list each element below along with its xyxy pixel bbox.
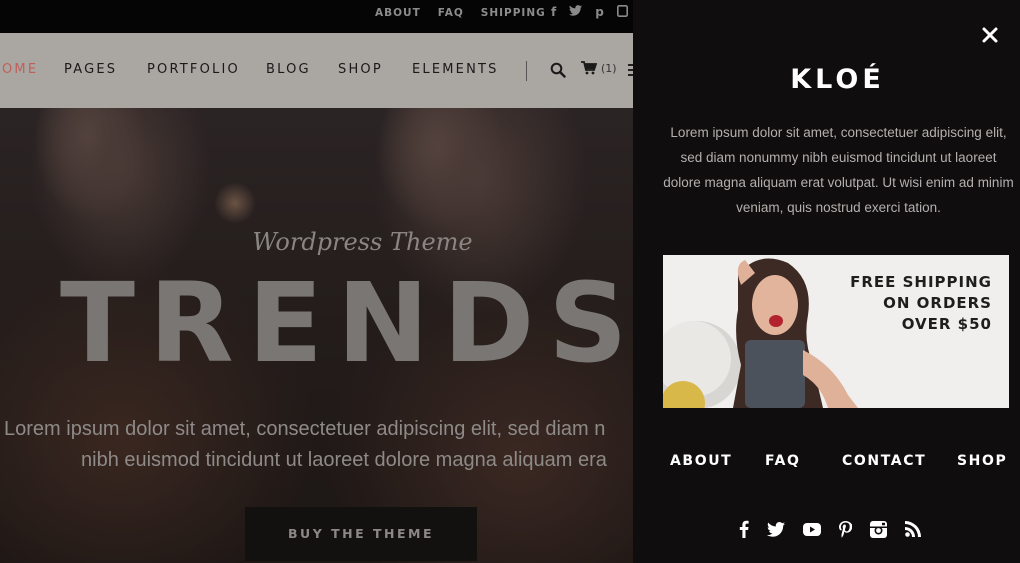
hero-section: Wordpress Theme TRENDS Lorem ipsum dolor… <box>0 108 633 563</box>
main-nav-items: HOME PAGES PORTFOLIO BLOG SHOP ELEMENTS <box>0 62 512 77</box>
facebook-icon[interactable]: f <box>551 5 556 20</box>
hero-description-line-1: Lorem ipsum dolor sit amet, consectetuer… <box>4 418 606 440</box>
panel-menu-faq[interactable]: FAQ <box>765 453 842 469</box>
twitter-icon[interactable] <box>569 5 583 20</box>
buy-theme-button[interactable]: BUY THE THEME <box>245 507 477 561</box>
nav-item-home[interactable]: HOME <box>0 62 64 77</box>
hero-description: Lorem ipsum dolor sit amet, consectetuer… <box>4 414 633 476</box>
top-social: f p <box>551 5 628 20</box>
twitter-icon[interactable] <box>767 521 785 537</box>
hero-title: TRENDS <box>60 259 633 387</box>
banner-line-3: OVER $50 <box>901 315 992 333</box>
top-link-about[interactable]: ABOUT <box>375 7 421 19</box>
pinterest-icon[interactable] <box>839 520 852 538</box>
cart-count: (1) <box>601 61 617 75</box>
hero-description-line-2: nibh euismod tincidunt ut laoreet dolore… <box>81 449 607 471</box>
nav-divider <box>526 61 527 81</box>
banner-line-2: ON ORDERS <box>883 294 992 312</box>
youtube-icon[interactable] <box>803 522 821 536</box>
nav-item-elements[interactable]: ELEMENTS <box>412 62 512 77</box>
hero-eyebrow: Wordpress Theme <box>252 228 473 256</box>
panel-menu-about[interactable]: ABOUT <box>670 453 765 469</box>
nav-item-shop[interactable]: SHOP <box>338 62 412 77</box>
instagram-icon[interactable] <box>616 5 628 20</box>
main-nav: HOME PAGES PORTFOLIO BLOG SHOP ELEMENTS … <box>0 33 633 108</box>
panel-menu-shop[interactable]: SHOP <box>957 453 1017 469</box>
banner-line-1: FREE SHIPPING <box>850 273 992 291</box>
cart-icon <box>581 61 597 75</box>
top-bar: ABOUT FAQ SHIPPING f p <box>0 0 633 33</box>
panel-menu: ABOUT FAQ CONTACT SHOP <box>670 453 1017 469</box>
close-icon[interactable] <box>979 24 1001 46</box>
top-links: ABOUT FAQ SHIPPING <box>375 7 546 19</box>
nav-item-pages[interactable]: PAGES <box>64 62 147 77</box>
panel-about-text: Lorem ipsum dolor sit amet, consectetuer… <box>663 125 1014 215</box>
panel-logo: KLOÉ <box>790 64 885 95</box>
panel-social <box>739 520 921 538</box>
rss-icon[interactable] <box>905 521 921 537</box>
side-panel: KLOÉ Lorem ipsum dolor sit amet, consect… <box>633 0 1020 563</box>
top-link-faq[interactable]: FAQ <box>438 7 464 19</box>
cart-button[interactable]: (1) <box>581 61 617 75</box>
site-background: ABOUT FAQ SHIPPING f p HOME PAGES PORTFO… <box>0 0 633 563</box>
top-link-shipping[interactable]: SHIPPING <box>481 7 546 19</box>
nav-item-portfolio[interactable]: PORTFOLIO <box>147 62 266 77</box>
banner-text: FREE SHIPPING ON ORDERS OVER $50 <box>850 272 992 335</box>
instagram-icon[interactable] <box>870 520 887 538</box>
free-shipping-banner[interactable]: FREE SHIPPING ON ORDERS OVER $50 <box>663 255 1009 408</box>
facebook-icon[interactable] <box>739 520 749 538</box>
pinterest-icon[interactable]: p <box>595 5 604 20</box>
search-icon[interactable] <box>550 62 566 78</box>
nav-item-blog[interactable]: BLOG <box>266 62 338 77</box>
panel-menu-contact[interactable]: CONTACT <box>842 453 957 469</box>
